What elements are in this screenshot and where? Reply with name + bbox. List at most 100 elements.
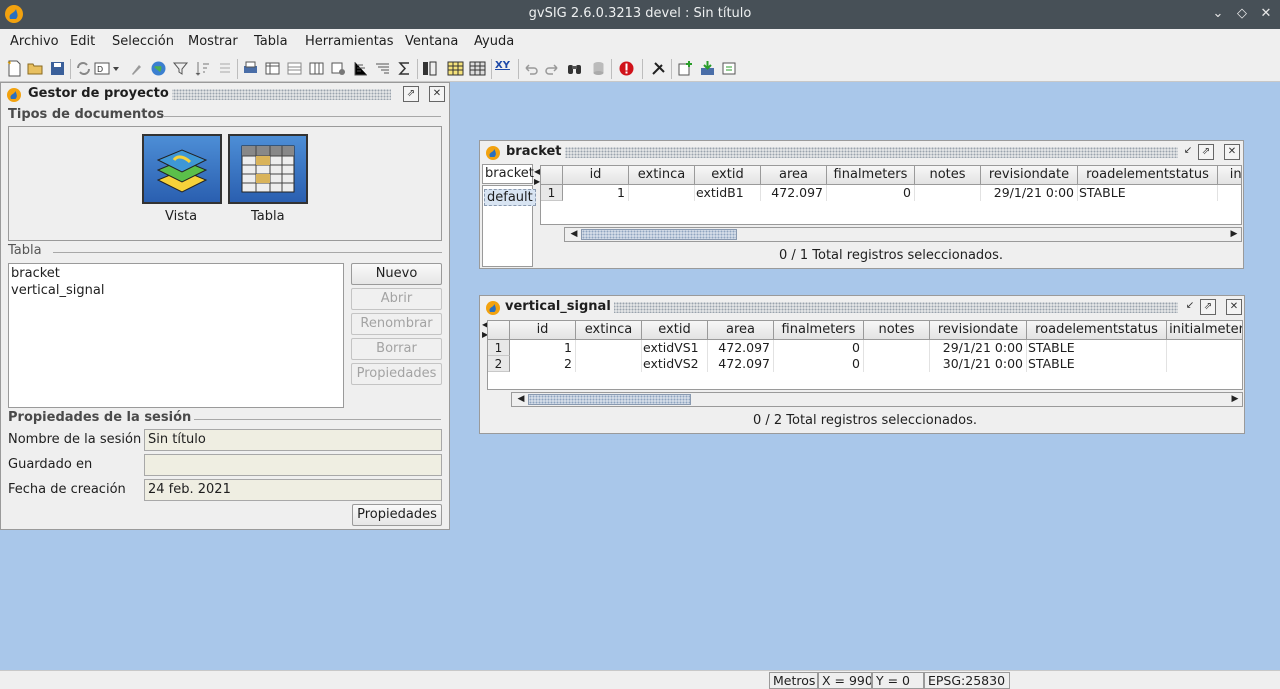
- filter-icon[interactable]: [172, 60, 189, 77]
- undo-icon[interactable]: [522, 60, 539, 77]
- new-file-icon[interactable]: [6, 60, 23, 77]
- row-header[interactable]: 1: [541, 185, 563, 201]
- redo-icon[interactable]: [544, 60, 561, 77]
- import-icon[interactable]: [699, 60, 716, 77]
- bracket-titlebar[interactable]: bracket ↙ ⇗ ✕: [480, 141, 1243, 163]
- column-header-initialmeter[interactable]: initialmeter: [1167, 321, 1242, 340]
- minimize-icon[interactable]: ⌄: [1210, 6, 1226, 22]
- menu-ventana[interactable]: Ventana: [405, 34, 458, 49]
- scrollbar-thumb[interactable]: [581, 229, 737, 240]
- creation-date-field[interactable]: 24 feb. 2021: [144, 479, 442, 501]
- table-cell-extinca[interactable]: [629, 185, 695, 201]
- binoculars-icon[interactable]: [566, 60, 583, 77]
- tools-icon[interactable]: [650, 60, 667, 77]
- row-header[interactable]: 1: [488, 340, 510, 356]
- column-header-notes[interactable]: notes: [864, 321, 930, 340]
- column-header-id[interactable]: id: [510, 321, 576, 340]
- column-header-id[interactable]: id: [563, 166, 629, 185]
- delete-button[interactable]: Borrar: [351, 338, 442, 360]
- menu-tabla[interactable]: Tabla: [254, 34, 288, 49]
- table-cell-revisiondate[interactable]: 29/1/21 0:00: [930, 340, 1027, 356]
- session-properties-button[interactable]: Propiedades: [352, 504, 442, 526]
- table-cell-area[interactable]: 472.097: [761, 185, 827, 201]
- column-header-revisiondate[interactable]: revisiondate: [930, 321, 1027, 340]
- doc-type-vista[interactable]: [142, 134, 222, 204]
- scroll-right-icon[interactable]: ▶: [1227, 228, 1241, 241]
- table-cell-extinca[interactable]: [576, 356, 642, 372]
- column-header-revisiondate[interactable]: revisiondate: [981, 166, 1078, 185]
- column-header-extinca[interactable]: extinca: [576, 321, 642, 340]
- scroll-left-icon[interactable]: ◀: [514, 393, 528, 406]
- menu-ayuda[interactable]: Ayuda: [474, 34, 514, 49]
- menu-edit[interactable]: Edit: [70, 34, 95, 49]
- scrollbar-thumb[interactable]: [528, 394, 691, 405]
- column-header-finalmeters[interactable]: finalmeters: [774, 321, 864, 340]
- column-header-roadelementstatus[interactable]: roadelementstatus: [1078, 166, 1218, 185]
- export-icon[interactable]: [721, 60, 738, 77]
- table-cell-ini[interactable]: [1218, 185, 1241, 201]
- minimize-icon[interactable]: ↙: [1182, 299, 1198, 315]
- close-icon[interactable]: ✕: [1226, 299, 1242, 315]
- table-cell-finalmeters[interactable]: 0: [827, 185, 915, 201]
- align-icon[interactable]: [352, 60, 369, 77]
- column-header-area[interactable]: area: [761, 166, 827, 185]
- detach-icon[interactable]: ⇗: [1198, 144, 1214, 160]
- saved-in-field[interactable]: [144, 454, 442, 476]
- menu-mostrar[interactable]: Mostrar: [188, 34, 238, 49]
- tables-list[interactable]: bracket vertical_signal: [8, 263, 344, 408]
- column-header-extid[interactable]: extid: [695, 166, 761, 185]
- xy-icon[interactable]: XY: [495, 60, 515, 77]
- table-cell-extid[interactable]: extidVS1: [642, 340, 708, 356]
- table-cell-extid[interactable]: extidVS2: [642, 356, 708, 372]
- table-cell-revisiondate[interactable]: 29/1/21 0:00: [981, 185, 1078, 201]
- table-body[interactable]: id extinca extid area finalmeters notes revisi…: [487, 320, 1243, 390]
- column-left-icon[interactable]: [421, 60, 438, 77]
- table-cell-notes[interactable]: [864, 340, 930, 356]
- table-body[interactable]: id extinca extid area finalmeters notes revisi…: [540, 165, 1242, 225]
- column-header-roadelementstatus[interactable]: roadelementstatus: [1027, 321, 1167, 340]
- rename-button[interactable]: Renombrar: [351, 313, 442, 335]
- bracket-table[interactable]: id extinca extid area finalmeters notes revisi…: [540, 165, 1242, 245]
- table-edit-icon[interactable]: [286, 60, 303, 77]
- error-icon[interactable]: [618, 60, 635, 77]
- sum-icon[interactable]: [396, 60, 413, 77]
- table-cell-id[interactable]: 1: [510, 340, 576, 356]
- table-settings-icon[interactable]: [330, 60, 347, 77]
- column-header-area[interactable]: area: [708, 321, 774, 340]
- schema-list[interactable]: default: [482, 185, 536, 267]
- close-icon[interactable]: ✕: [1258, 6, 1274, 22]
- table-cell-revisiondate[interactable]: 30/1/21 0:00: [930, 356, 1027, 372]
- table-cell-initialmeter[interactable]: [1167, 356, 1242, 372]
- column-header-extinca[interactable]: extinca: [629, 166, 695, 185]
- session-name-field[interactable]: Sin título: [144, 429, 442, 451]
- detach-icon[interactable]: ⇗: [403, 86, 419, 102]
- properties-button[interactable]: Propiedades: [351, 363, 442, 385]
- column-header-extid[interactable]: extid: [642, 321, 708, 340]
- column-header-ini[interactable]: ini: [1218, 166, 1241, 185]
- table-add-icon[interactable]: [264, 60, 281, 77]
- tab-bracket[interactable]: bracket: [482, 164, 534, 184]
- table-cell-extid[interactable]: extidB1: [695, 185, 761, 201]
- table-cell-id[interactable]: 1: [563, 185, 629, 201]
- list-icon[interactable]: [216, 60, 233, 77]
- row-header[interactable]: 2: [488, 356, 510, 372]
- refresh-icon[interactable]: [75, 60, 92, 77]
- vertical-signal-titlebar[interactable]: vertical_signal ↙ ⇗ ✕: [480, 296, 1244, 318]
- close-icon[interactable]: ✕: [429, 86, 445, 102]
- table-cell-roadelementstatus[interactable]: STABLE: [1027, 356, 1167, 372]
- new-button[interactable]: Nuevo: [351, 263, 442, 285]
- menu-herramientas[interactable]: Herramientas: [305, 34, 394, 49]
- column-header-finalmeters[interactable]: finalmeters: [827, 166, 915, 185]
- table-cell-finalmeters[interactable]: 0: [774, 340, 864, 356]
- project-manager-titlebar[interactable]: Gestor de proyecto ⇗ ✕: [1, 83, 449, 105]
- table-cell-roadelementstatus[interactable]: STABLE: [1027, 340, 1167, 356]
- table-yellow-icon[interactable]: [447, 60, 464, 77]
- list-item[interactable]: bracket: [11, 266, 60, 281]
- sort-desc-icon[interactable]: [374, 60, 391, 77]
- table-cell-initialmeter[interactable]: [1167, 340, 1242, 356]
- table-grid-icon[interactable]: [469, 60, 486, 77]
- table-columns-icon[interactable]: [308, 60, 325, 77]
- database-icon[interactable]: [590, 60, 607, 77]
- sort-icon[interactable]: [194, 60, 211, 77]
- horizontal-scrollbar[interactable]: ◀ ▶: [564, 227, 1242, 242]
